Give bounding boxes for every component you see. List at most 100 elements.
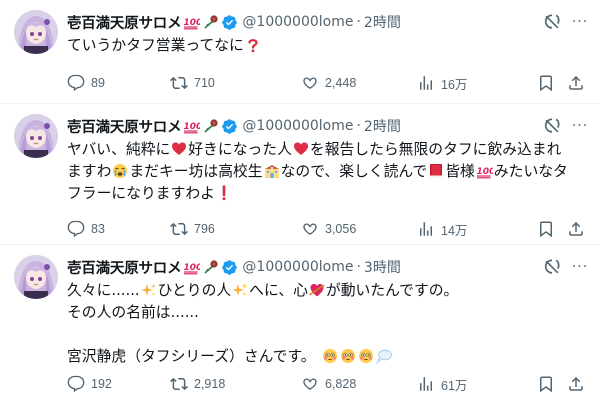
display-name[interactable]: 壱百満天原サロメ bbox=[67, 116, 182, 137]
display-name[interactable]: 壱百満天原サロメ bbox=[67, 257, 182, 278]
reply-button[interactable]: 89 bbox=[67, 72, 105, 94]
like-button[interactable]: 6,828 bbox=[301, 373, 356, 395]
rose-emoji-icon bbox=[202, 118, 218, 134]
separator: · bbox=[356, 14, 361, 30]
views-button[interactable]: 16万 bbox=[417, 72, 467, 94]
verified-badge-icon[interactable] bbox=[221, 14, 238, 31]
verified-badge-icon[interactable] bbox=[221, 259, 238, 276]
avatar[interactable] bbox=[14, 114, 58, 158]
tweet-actions: 83 796 3,056 14万 bbox=[67, 218, 587, 240]
share-button[interactable] bbox=[567, 218, 591, 240]
tweet[interactable]: 壱百満天原サロメ @1000000lome · 3時間 ··· 久々に.....… bbox=[0, 245, 600, 412]
100-emoji-icon bbox=[476, 163, 493, 179]
school-emoji-icon bbox=[264, 163, 280, 179]
text-segment: が動いたんですの。 bbox=[325, 282, 459, 299]
retweet-count: 2,918 bbox=[194, 377, 226, 391]
like-count: 3,056 bbox=[325, 222, 357, 236]
flushed-emoji-icon bbox=[340, 348, 356, 364]
text-segment: 久々に...... bbox=[67, 282, 140, 299]
text-segment: を報告したら無限のタフに飲み込まれ bbox=[309, 141, 562, 158]
retweet-button[interactable]: 796 bbox=[170, 218, 215, 240]
view-count: 61万 bbox=[441, 378, 468, 393]
avatar-image bbox=[14, 255, 58, 299]
reply-icon bbox=[67, 375, 85, 393]
grok-icon[interactable] bbox=[542, 116, 562, 136]
bookmark-button[interactable] bbox=[537, 373, 561, 395]
views-button[interactable]: 61万 bbox=[417, 373, 467, 395]
heart-arrow-emoji-icon bbox=[309, 282, 325, 298]
bookmark-icon bbox=[537, 220, 555, 238]
verified-badge-icon[interactable] bbox=[221, 118, 238, 135]
text-line: その人の名前は...... bbox=[67, 302, 587, 324]
tweet-text: ていうかタフ営業ってなに bbox=[67, 35, 587, 57]
100-emoji-icon bbox=[183, 259, 200, 275]
separator: · bbox=[356, 259, 361, 275]
timestamp[interactable]: 2時間 bbox=[364, 116, 401, 136]
handle[interactable]: @1000000lome bbox=[242, 118, 353, 134]
rose-emoji-icon bbox=[202, 14, 218, 30]
timestamp[interactable]: 2時間 bbox=[364, 12, 401, 32]
more-icon[interactable]: ··· bbox=[570, 12, 590, 32]
text-segment: まだキー坊は高校生 bbox=[129, 163, 263, 180]
text-segment: ますわ bbox=[67, 163, 112, 180]
views-button[interactable]: 14万 bbox=[417, 218, 467, 240]
tweet[interactable]: 壱百満天原サロメ @1000000lome · 2時間 ··· ていうかタフ営業… bbox=[0, 0, 600, 104]
display-name[interactable]: 壱百満天原サロメ bbox=[67, 12, 182, 33]
share-button[interactable] bbox=[567, 72, 591, 94]
retweet-button[interactable]: 2,918 bbox=[170, 373, 225, 395]
handle[interactable]: @1000000lome bbox=[242, 259, 353, 275]
flushed-emoji-icon bbox=[322, 348, 338, 364]
like-button[interactable]: 2,448 bbox=[301, 72, 356, 94]
text-line: ヤバい、純粋に 好きになった人 を報告したら無限のタフに飲み込まれ bbox=[67, 139, 587, 161]
separator: · bbox=[356, 118, 361, 134]
more-icon[interactable]: ··· bbox=[570, 257, 590, 277]
text-segment: フラーになりますわよ bbox=[67, 185, 215, 202]
avatar[interactable] bbox=[14, 255, 58, 299]
heart-emoji-icon bbox=[171, 141, 187, 157]
grok-icon[interactable] bbox=[542, 257, 562, 277]
timestamp[interactable]: 3時間 bbox=[364, 257, 401, 277]
share-icon bbox=[567, 220, 585, 238]
timeline: 壱百満天原サロメ @1000000lome · 2時間 ··· ていうかタフ営業… bbox=[0, 0, 600, 412]
like-icon bbox=[301, 220, 319, 238]
bookmark-icon bbox=[537, 74, 555, 92]
text-line: 久々に...... ひとりの人 へに、心 が動いたんですの。 bbox=[67, 280, 587, 302]
text-segment: ひとりの人 bbox=[157, 282, 232, 299]
text-line: 宮沢静虎（タフシリーズ）さんです。 bbox=[67, 346, 587, 368]
text-line-blank bbox=[67, 324, 587, 346]
share-button[interactable] bbox=[567, 373, 591, 395]
retweet-count: 796 bbox=[194, 222, 215, 236]
more-icon[interactable]: ··· bbox=[570, 116, 590, 136]
text-segment: なので、楽しく読んで bbox=[280, 163, 428, 180]
share-icon bbox=[567, 74, 585, 92]
text-segment: ていうかタフ営業ってなに bbox=[67, 37, 244, 54]
bookmark-button[interactable] bbox=[537, 72, 561, 94]
avatar[interactable] bbox=[14, 10, 58, 54]
text-segment: 宮沢静虎（タフシリーズ）さんです。 bbox=[67, 348, 316, 365]
view-count: 14万 bbox=[441, 223, 468, 238]
100-emoji-icon bbox=[183, 14, 200, 30]
text-line: フラーになりますわよ bbox=[67, 183, 587, 205]
like-count: 6,828 bbox=[325, 377, 357, 391]
handle[interactable]: @1000000lome bbox=[242, 14, 353, 30]
question-emoji-icon bbox=[245, 37, 261, 53]
tweet-actions: 89 710 2,448 16万 bbox=[67, 72, 587, 94]
text-segment: 皆様 bbox=[445, 163, 475, 180]
bookmark-button[interactable] bbox=[537, 218, 561, 240]
tweet-actions: 192 2,918 6,828 61万 bbox=[67, 373, 587, 395]
like-count: 2,448 bbox=[325, 76, 357, 90]
sparkles-emoji-icon bbox=[232, 282, 248, 298]
reply-icon bbox=[67, 220, 85, 238]
retweet-icon bbox=[170, 375, 188, 393]
reply-button[interactable]: 192 bbox=[67, 373, 112, 395]
retweet-button[interactable]: 710 bbox=[170, 72, 215, 94]
grok-icon[interactable] bbox=[542, 12, 562, 32]
reply-count: 192 bbox=[91, 377, 112, 391]
like-icon bbox=[301, 74, 319, 92]
reply-button[interactable]: 83 bbox=[67, 218, 105, 240]
book-emoji-icon bbox=[428, 163, 444, 179]
like-button[interactable]: 3,056 bbox=[301, 218, 356, 240]
rose-emoji-icon bbox=[202, 259, 218, 275]
retweet-icon bbox=[170, 74, 188, 92]
tweet[interactable]: 壱百満天原サロメ @1000000lome · 2時間 ··· ヤバい、純粋に好… bbox=[0, 104, 600, 245]
